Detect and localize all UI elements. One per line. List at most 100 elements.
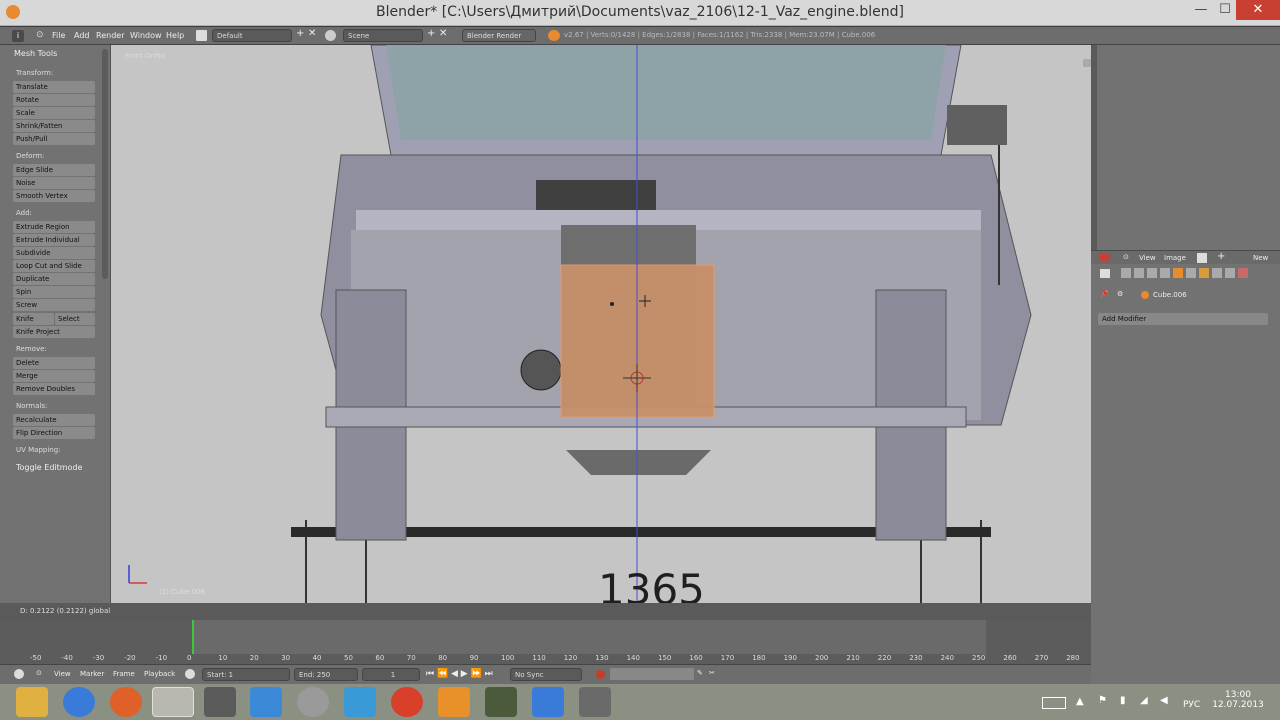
blender-task-icon[interactable]	[152, 687, 194, 717]
viewport-corner-widget[interactable]	[1083, 59, 1091, 67]
sync-mode-select[interactable]: No Sync	[510, 668, 582, 681]
app-icon-7[interactable]	[579, 687, 611, 717]
texture-tab-icon[interactable]	[1238, 268, 1248, 278]
scale-button[interactable]: Scale	[13, 107, 95, 119]
scene-field[interactable]: Scene	[343, 29, 423, 42]
timeline-menu-marker[interactable]: Marker	[80, 670, 104, 678]
chrome-icon[interactable]	[391, 687, 423, 717]
new-image-button[interactable]: New	[1253, 254, 1268, 262]
app-icon-2[interactable]	[250, 687, 282, 717]
mesh-tools-title[interactable]: Mesh Tools	[14, 49, 57, 58]
file-explorer-icon[interactable]	[16, 687, 48, 717]
minimize-button[interactable]: —	[1188, 0, 1214, 20]
loop-cut-button[interactable]: Loop Cut and Slide	[13, 260, 95, 272]
timeline-menu-playback[interactable]: Playback	[144, 670, 175, 678]
image-editor-icon[interactable]	[1100, 253, 1110, 262]
toggle-editmode-title[interactable]: Toggle Editmode	[16, 463, 82, 472]
render-tab-icon[interactable]	[1121, 268, 1131, 278]
firefox-icon[interactable]	[110, 687, 142, 717]
smooth-vertex-button[interactable]: Smooth Vertex	[13, 190, 95, 202]
properties-editor-icon[interactable]	[1100, 269, 1110, 278]
maximize-button[interactable]: ☐	[1212, 0, 1238, 20]
new-image-icon[interactable]: +	[1217, 251, 1225, 262]
start-frame-field[interactable]: Start: 1	[202, 668, 290, 681]
app-icon-3[interactable]	[344, 687, 376, 717]
merge-button[interactable]: Merge	[13, 370, 95, 382]
flip-direction-button[interactable]: Flip Direction	[13, 427, 95, 439]
timeline-menu-view[interactable]: View	[54, 670, 71, 678]
push-pull-button[interactable]: Push/Pull	[13, 133, 95, 145]
menu-add[interactable]: Add	[74, 31, 90, 40]
remove-doubles-button[interactable]: Remove Doubles	[13, 383, 95, 395]
current-frame-field[interactable]: 1	[362, 668, 420, 681]
pin-icon[interactable]: 📌	[1100, 290, 1109, 298]
view-menu[interactable]: View	[1139, 254, 1156, 262]
edge-slide-button[interactable]: Edge Slide	[13, 164, 95, 176]
render-engine-select[interactable]: Blender Render	[462, 29, 536, 42]
collapse-icon[interactable]: ⊙	[1123, 253, 1129, 261]
app-icon-5[interactable]	[485, 687, 517, 717]
image-browse-icon[interactable]	[1197, 253, 1207, 263]
recalculate-button[interactable]: Recalculate	[13, 414, 95, 426]
knife-button[interactable]: Knife	[13, 313, 54, 325]
layers-tab-icon[interactable]	[1134, 268, 1144, 278]
screw-button[interactable]: Screw	[13, 299, 95, 311]
constraints-tab-icon[interactable]	[1186, 268, 1196, 278]
collapse-menu-icon[interactable]: ⊙	[36, 30, 44, 40]
tray-arrow-icon[interactable]: ▲	[1076, 696, 1084, 707]
3d-viewport[interactable]: Front Ortho (1) Cube.006 1365	[111, 45, 1091, 603]
outliner-panel[interactable]	[1091, 45, 1280, 250]
end-frame-field[interactable]: End: 250	[294, 668, 358, 681]
keyframe-delete-icon[interactable]: ✂	[709, 669, 715, 677]
image-menu[interactable]: Image	[1164, 254, 1186, 262]
object-tab-icon[interactable]	[1173, 268, 1183, 278]
keying-set-field[interactable]	[610, 668, 694, 680]
collapse-icon-timeline[interactable]: ⊙	[36, 669, 42, 677]
material-tab-icon[interactable]	[1225, 268, 1235, 278]
flag-icon[interactable]: ⚑	[1098, 695, 1107, 706]
duplicate-button[interactable]: Duplicate	[13, 273, 95, 285]
record-icon[interactable]	[596, 670, 605, 679]
keyboard-icon[interactable]	[1042, 697, 1066, 709]
rotate-button[interactable]: Rotate	[13, 94, 95, 106]
keyframe-insert-icon[interactable]: ✎	[697, 669, 703, 677]
spin-button[interactable]: Spin	[13, 286, 95, 298]
app-icon-6[interactable]	[532, 687, 564, 717]
add-layout-icon[interactable]: +	[296, 28, 304, 39]
subdivide-button[interactable]: Subdivide	[13, 247, 95, 259]
screen-layout-icon[interactable]	[196, 30, 207, 41]
settings-icon[interactable]	[297, 687, 329, 717]
current-frame-indicator[interactable]	[192, 620, 194, 654]
input-language[interactable]: РУС	[1183, 700, 1200, 710]
system-clock[interactable]: 13:00 12.07.2013	[1206, 690, 1270, 710]
knife-select-button[interactable]: Select	[55, 313, 95, 325]
uv-mapping-label[interactable]: UV Mapping:	[16, 446, 61, 454]
data-tab-icon[interactable]	[1212, 268, 1222, 278]
preview-range-icon[interactable]	[185, 669, 195, 679]
modifiers-tab-icon[interactable]	[1199, 268, 1209, 278]
knife-project-button[interactable]: Knife Project	[13, 326, 95, 338]
menu-file[interactable]: File	[52, 31, 65, 40]
tool-shelf-scrollbar[interactable]	[102, 49, 108, 279]
menu-help[interactable]: Help	[166, 31, 184, 40]
timeline-editor-icon[interactable]	[14, 669, 24, 679]
signal-icon[interactable]: ◢	[1140, 695, 1148, 706]
timeline-area[interactable]: -50 -40 -30 -20 -10 0 10 20 30 40 50 60 70 80 90 100 110…	[0, 620, 1091, 664]
add-scene-icon[interactable]: +	[427, 28, 435, 39]
internet-explorer-icon[interactable]	[63, 687, 95, 717]
playback-controls[interactable]: ⏮ ⏪ ◀ ▶ ⏩ ⏭	[426, 669, 493, 679]
extrude-region-button[interactable]: Extrude Region	[13, 221, 95, 233]
scene-tab-icon[interactable]	[1147, 268, 1157, 278]
add-modifier-button[interactable]: Add Modifier	[1098, 313, 1268, 325]
close-button[interactable]: ✕	[1236, 0, 1280, 20]
app-icon-1[interactable]	[204, 687, 236, 717]
translate-button[interactable]: Translate	[13, 81, 95, 93]
shrink-fatten-button[interactable]: Shrink/Fatten	[13, 120, 95, 132]
remove-scene-icon[interactable]: ✕	[439, 28, 447, 39]
menu-render[interactable]: Render	[96, 31, 124, 40]
delete-button[interactable]: Delete	[13, 357, 95, 369]
remove-layout-icon[interactable]: ✕	[308, 28, 316, 39]
volume-icon[interactable]: ◀	[1160, 695, 1168, 706]
timeline-menu-frame[interactable]: Frame	[113, 670, 135, 678]
info-editor-icon[interactable]: i	[12, 30, 24, 42]
